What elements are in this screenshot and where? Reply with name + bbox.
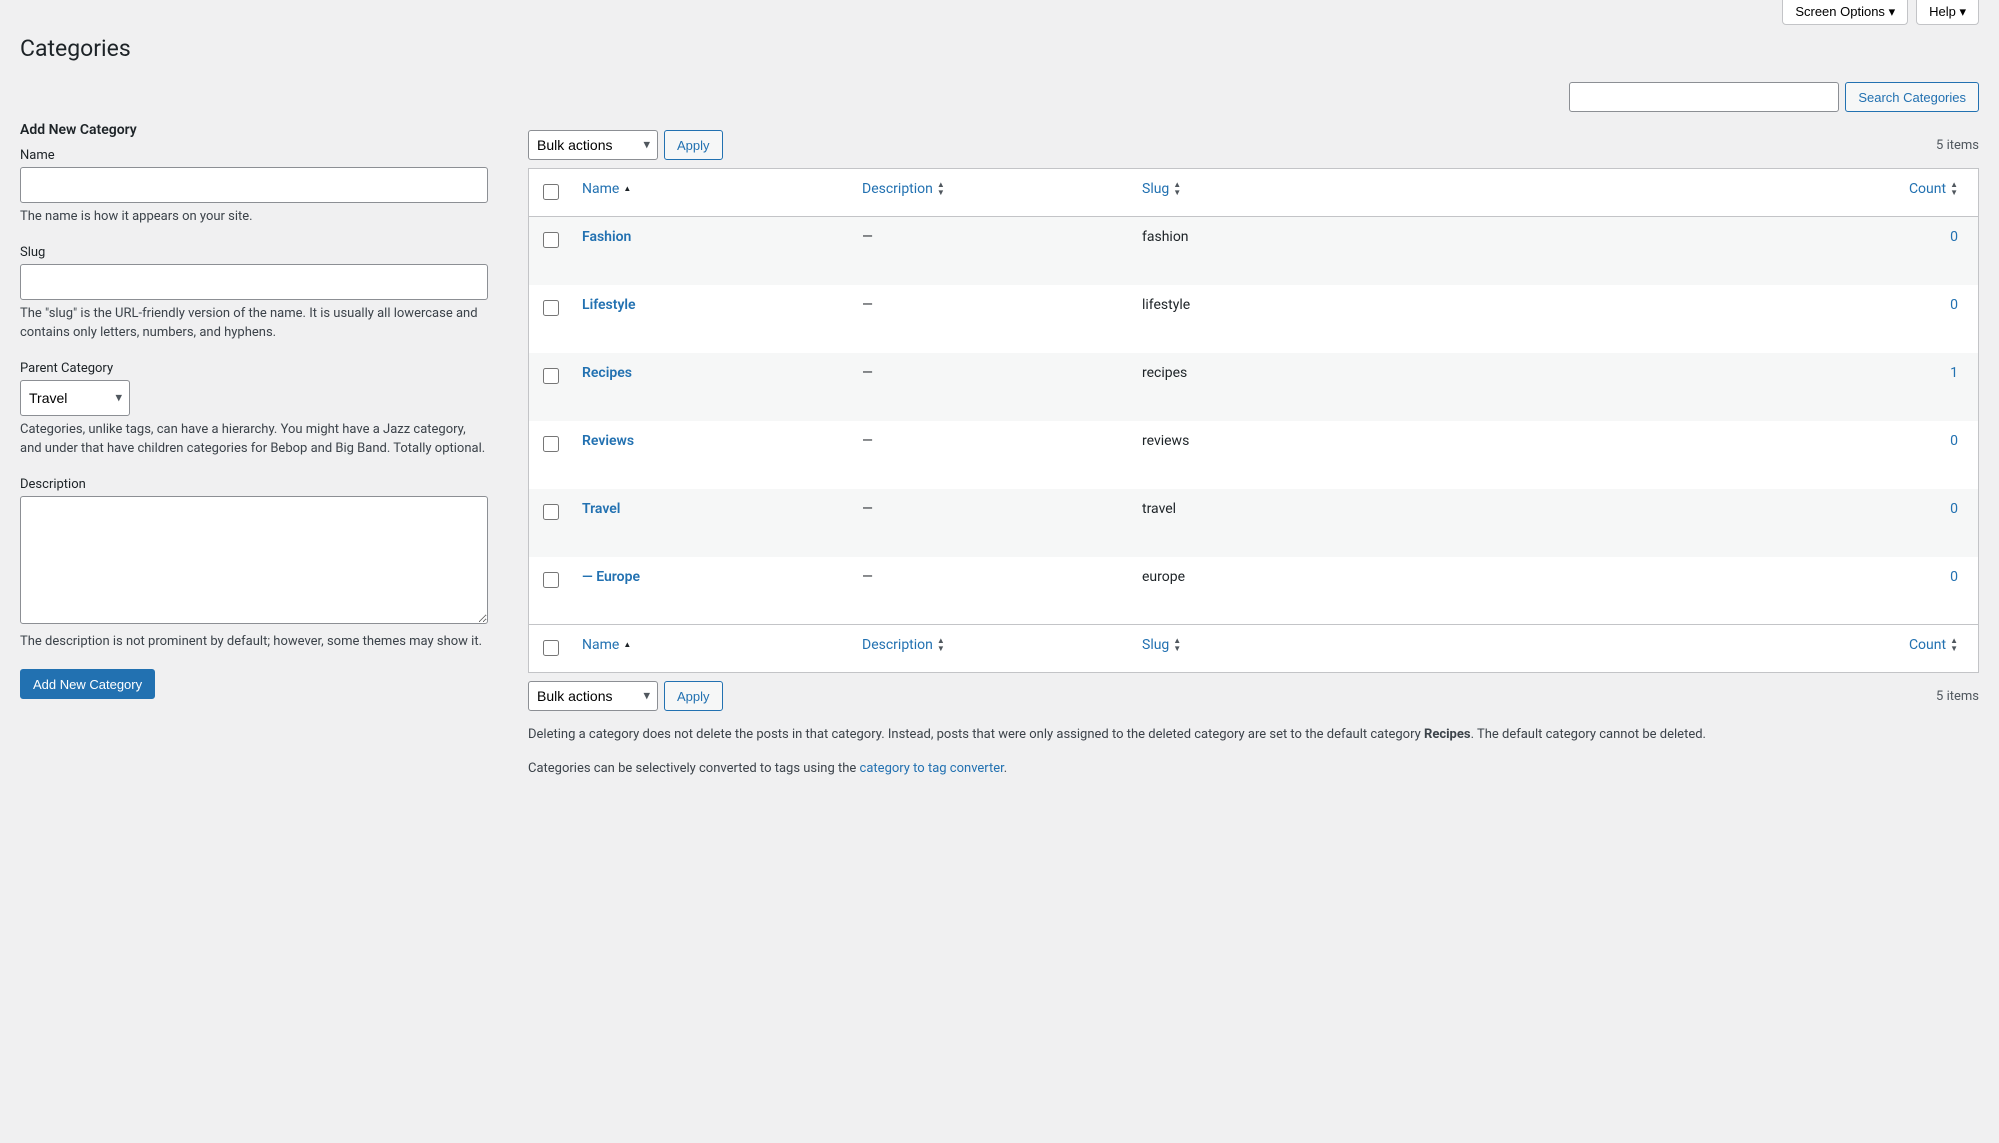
sort-indicator-icon: ▲ (623, 641, 631, 649)
category-count-link[interactable]: 0 (1950, 569, 1958, 585)
search-input[interactable] (1569, 82, 1839, 112)
convert-note: Categories can be selectively converted … (528, 759, 1979, 780)
row-checkbox[interactable] (543, 436, 559, 452)
row-checkbox[interactable] (543, 300, 559, 316)
screen-options-button[interactable]: Screen Options ▾ (1782, 0, 1908, 25)
delete-note: Deleting a category does not delete the … (528, 725, 1979, 746)
chevron-down-icon: ▾ (1889, 4, 1896, 19)
category-description: — (862, 501, 873, 517)
form-heading: Add New Category (20, 122, 488, 138)
sort-slug-bottom[interactable]: Slug ▲▼ (1142, 637, 1181, 653)
page-title: Categories (20, 35, 1979, 62)
select-all-bottom[interactable] (543, 640, 559, 656)
slug-input[interactable] (20, 264, 488, 300)
sort-indicator-icon: ▲ (623, 185, 631, 193)
table-row: Lifestyle — lifestyle 0 (529, 285, 1979, 353)
category-name-link[interactable]: Recipes (582, 365, 632, 381)
category-slug: reviews (1142, 433, 1189, 449)
sort-indicator-icon: ▲▼ (1173, 637, 1181, 653)
category-count-link[interactable]: 0 (1950, 433, 1958, 449)
sort-name-top[interactable]: Name ▲ (582, 181, 631, 197)
slug-help: The "slug" is the URL-friendly version o… (20, 304, 488, 343)
category-name-link[interactable]: Lifestyle (582, 297, 636, 313)
categories-table: Name ▲ Description ▲▼ Slug ▲▼ (528, 168, 1979, 673)
category-name-link[interactable]: Fashion (582, 229, 631, 245)
row-checkbox[interactable] (543, 368, 559, 384)
parent-select[interactable]: Travel (20, 380, 130, 416)
items-count-top: 5 items (1936, 138, 1979, 153)
category-name-link[interactable]: — Europe (582, 569, 640, 585)
row-checkbox[interactable] (543, 504, 559, 520)
category-count-link[interactable]: 0 (1950, 229, 1958, 245)
table-row: — Europe — europe 0 (529, 557, 1979, 625)
name-label: Name (20, 148, 488, 163)
category-description: — (862, 365, 873, 381)
category-count-link[interactable]: 0 (1950, 297, 1958, 313)
row-checkbox[interactable] (543, 232, 559, 248)
sort-indicator-icon: ▲▼ (1950, 637, 1958, 653)
chevron-down-icon: ▾ (1959, 4, 1966, 19)
apply-button-bottom[interactable]: Apply (664, 681, 723, 711)
name-input[interactable] (20, 167, 488, 203)
table-row: Reviews — reviews 0 (529, 421, 1979, 489)
description-help: The description is not prominent by defa… (20, 632, 488, 652)
bulk-action-select-top[interactable]: Bulk actions (528, 130, 658, 160)
items-count-bottom: 5 items (1936, 689, 1979, 704)
sort-slug-top[interactable]: Slug ▲▼ (1142, 181, 1181, 197)
tag-converter-link[interactable]: category to tag converter (860, 761, 1004, 776)
add-category-button[interactable]: Add New Category (20, 669, 155, 699)
parent-label: Parent Category (20, 361, 488, 376)
sort-desc-top[interactable]: Description ▲▼ (862, 181, 945, 197)
sort-count-top[interactable]: Count ▲▼ (1909, 181, 1958, 197)
apply-button-top[interactable]: Apply (664, 130, 723, 160)
category-slug: lifestyle (1142, 297, 1190, 313)
category-count-link[interactable]: 0 (1950, 501, 1958, 517)
sort-indicator-icon: ▲▼ (937, 637, 945, 653)
description-label: Description (20, 477, 488, 492)
category-description: — (862, 569, 873, 585)
category-description: — (862, 297, 873, 313)
select-all-top[interactable] (543, 184, 559, 200)
sort-indicator-icon: ▲▼ (1950, 181, 1958, 197)
category-slug: recipes (1142, 365, 1187, 381)
parent-help: Categories, unlike tags, can have a hier… (20, 420, 488, 459)
sort-indicator-icon: ▲▼ (1173, 181, 1181, 197)
table-row: Recipes — recipes 1 (529, 353, 1979, 421)
bulk-action-select-bottom[interactable]: Bulk actions (528, 681, 658, 711)
name-help: The name is how it appears on your site. (20, 207, 488, 227)
sort-count-bottom[interactable]: Count ▲▼ (1909, 637, 1958, 653)
category-slug: fashion (1142, 229, 1189, 245)
help-label: Help (1929, 4, 1956, 19)
table-row: Fashion — fashion 0 (529, 217, 1979, 285)
sort-indicator-icon: ▲▼ (937, 181, 945, 197)
help-button[interactable]: Help ▾ (1916, 0, 1979, 25)
category-description: — (862, 229, 873, 245)
screen-options-label: Screen Options (1795, 4, 1885, 19)
row-checkbox[interactable] (543, 572, 559, 588)
category-name-link[interactable]: Travel (582, 501, 620, 517)
sort-name-bottom[interactable]: Name ▲ (582, 637, 631, 653)
sort-desc-bottom[interactable]: Description ▲▼ (862, 637, 945, 653)
category-name-link[interactable]: Reviews (582, 433, 634, 449)
category-slug: europe (1142, 569, 1185, 585)
slug-label: Slug (20, 245, 488, 260)
category-count-link[interactable]: 1 (1950, 365, 1958, 381)
search-button[interactable]: Search Categories (1845, 82, 1979, 112)
description-textarea[interactable] (20, 496, 488, 624)
table-row: Travel — travel 0 (529, 489, 1979, 557)
category-description: — (862, 433, 873, 449)
category-slug: travel (1142, 501, 1176, 517)
